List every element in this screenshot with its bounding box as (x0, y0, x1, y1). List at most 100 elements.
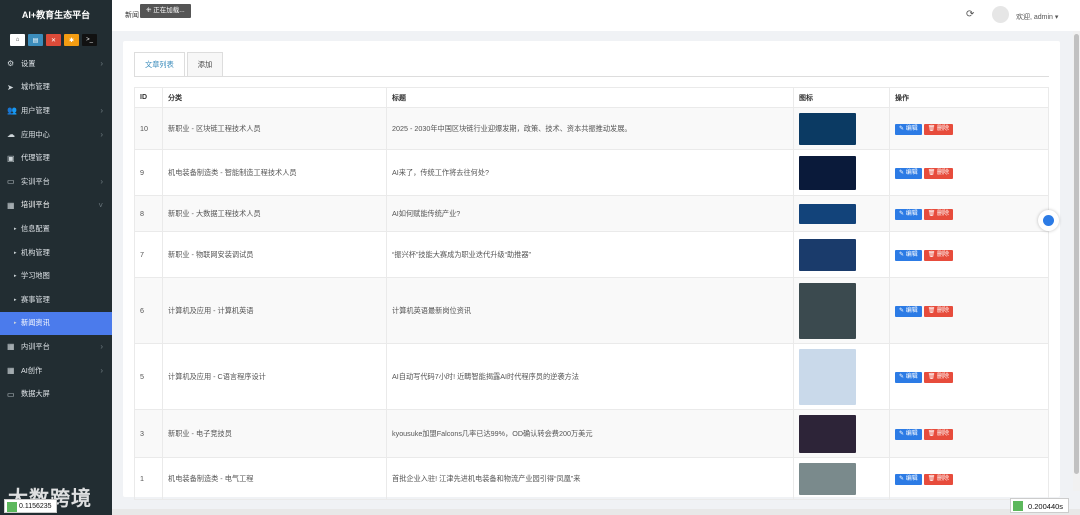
topbar: 新闻 ⟳ 欢迎, admin ▾ (112, 0, 1080, 31)
sidebar-item-label: AI创作 (21, 365, 43, 375)
cell-id: 5 (134, 343, 163, 410)
cell-title: “振兴杯”技能大赛成为职业迭代升级“助推器” (386, 231, 794, 278)
gear-icon: ⚙ (7, 59, 15, 69)
caret-right-icon: ▸ (14, 273, 17, 280)
tab-divider (134, 76, 1049, 77)
cell-id: 6 (134, 277, 163, 344)
cell-title: AI如何赋能传统产业? (386, 195, 794, 232)
sidebar-item-6[interactable]: ▦ 培训平台 ˅ (0, 194, 112, 218)
edit-button[interactable]: ✎ 编辑 (895, 305, 922, 317)
document-icon[interactable]: ▤ (28, 34, 43, 46)
delete-button[interactable]: 🗑 删除 (923, 123, 953, 135)
cell-actions: ✎ 编辑 🗑 删除 (889, 343, 1049, 410)
cell-title: 首批企业入驻! 江津先进机电装备和物流产业园引得“凤凰”来 (386, 457, 794, 500)
cell-thumbnail (793, 457, 890, 500)
breadcrumb[interactable]: 新闻 (125, 10, 139, 20)
edit-button[interactable]: ✎ 编辑 (895, 473, 922, 485)
cell-title: 2025 - 2030年中国区块链行业迎爆发期，政策、技术、资本共振推动发展。 (386, 107, 794, 150)
page-scrollbar[interactable] (1073, 31, 1080, 491)
user-menu[interactable]: 欢迎, admin ▾ (1016, 12, 1058, 22)
delete-button[interactable]: 🗑 删除 (923, 167, 953, 179)
settings-icon[interactable]: ✱ (64, 34, 79, 46)
sidebar-item-11[interactable]: ▸ 新闻资讯 (0, 311, 112, 336)
delete-button[interactable]: 🗑 删除 (923, 428, 953, 440)
cell-category: 机电装备制造类 - 电气工程 (162, 457, 387, 500)
tab-article-list[interactable]: 文章列表 (134, 52, 185, 76)
sidebar-item-4[interactable]: ▣ 代理管理 (0, 146, 112, 170)
cloud-icon: ☁ (7, 130, 15, 140)
delete-button[interactable]: 🗑 删除 (923, 473, 953, 485)
tab-bar: 文章列表 添加 (134, 52, 225, 76)
users-icon: 👥 (7, 106, 17, 116)
terminal-icon[interactable]: >_ (82, 34, 97, 46)
cell-category: 机电装备制造类 - 智能制造工程技术人员 (162, 149, 387, 196)
sidebar-item-10[interactable]: ▸ 赛事管理 (0, 288, 112, 312)
edit-button[interactable]: ✎ 编辑 (895, 123, 922, 135)
trash-icon[interactable]: ✕ (46, 34, 61, 46)
sidebar-item-8[interactable]: ▸ 机构管理 (0, 241, 112, 265)
sidebar-item-5[interactable]: ▭ 实训平台 › (0, 170, 112, 194)
article-thumbnail (799, 112, 856, 145)
chevron-right-icon: › (100, 130, 103, 140)
horizontal-scrollbar[interactable] (112, 509, 1080, 515)
col-id: ID (134, 87, 163, 108)
cell-id: 3 (134, 409, 163, 458)
delete-button[interactable]: 🗑 删除 (923, 208, 953, 220)
table-row: 8 新职业 - 大数据工程技术人员 AI如何赋能传统产业? ✎ 编辑 🗑 删除 (134, 195, 1049, 232)
edit-button[interactable]: ✎ 编辑 (895, 428, 922, 440)
avatar[interactable] (992, 6, 1009, 23)
sidebar-item-14[interactable]: ▭ 数据大屏 (0, 382, 112, 406)
sidebar-item-7[interactable]: ▸ 信息配置 (0, 217, 112, 241)
sidebar-menu: ⚙ 设置 › ➤ 城市管理 👥 用户管理 › ☁ 应用中心 › ▣ 代理管理 ▭ 实训平台 › ▦ 培训平台 ˅ ▸ 信… (0, 52, 112, 406)
tab-add[interactable]: 添加 (186, 52, 224, 76)
sidebar-item-label: 应用中心 (21, 129, 50, 139)
cell-title: AI自动写代码7小时! 近畴智能揭露AI时代程序员的逆袭方法 (386, 343, 794, 410)
cell-actions: ✎ 编辑 🗑 删除 (889, 277, 1049, 344)
table-row: 6 计算机及应用 - 计算机英语 计算机英语最新岗位资讯 ✎ 编辑 🗑 删除 (134, 277, 1049, 344)
grid-icon: ▦ (7, 200, 15, 210)
col-title: 标题 (386, 87, 794, 108)
cell-category: 新职业 - 大数据工程技术人员 (162, 195, 387, 232)
sidebar-item-13[interactable]: ▦ AI创作 › (0, 359, 112, 383)
cell-title: AI来了，传统工作将去往何处? (386, 149, 794, 196)
sidebar: AI+教育生态平台 ⌂ ▤ ✕ ✱ >_ ⚙ 设置 › ➤ 城市管理 👥 用户管理 › ☁ 应用中… (0, 0, 112, 515)
delete-button[interactable]: 🗑 删除 (923, 371, 953, 383)
table-header-row: ID 分类 标题 图标 操作 (134, 87, 1049, 108)
cell-title: kyousuke加盟Falcons几率已达99%，OD确认转会费200万美元 (386, 409, 794, 458)
delete-button[interactable]: 🗑 删除 (923, 305, 953, 317)
loading-indicator: ⁜ 正在加载... (140, 4, 191, 18)
article-thumbnail (799, 282, 856, 339)
monitor-icon: ▭ (7, 177, 15, 187)
sidebar-item-3[interactable]: ☁ 应用中心 › (0, 123, 112, 147)
scrollbar-thumb[interactable] (1074, 34, 1079, 474)
edit-button[interactable]: ✎ 编辑 (895, 167, 922, 179)
delete-button[interactable]: 🗑 删除 (923, 249, 953, 261)
chevron-right-icon: › (100, 342, 103, 352)
chevron-right-icon: › (100, 366, 103, 376)
sidebar-item-2[interactable]: 👥 用户管理 › (0, 99, 112, 123)
sidebar-item-12[interactable]: ▦ 内训平台 › (0, 335, 112, 359)
sidebar-item-label: 信息配置 (21, 223, 50, 233)
table-row: 1 机电装备制造类 - 电气工程 首批企业入驻! 江津先进机电装备和物流产业园引得“… (134, 457, 1049, 500)
edit-button[interactable]: ✎ 编辑 (895, 371, 922, 383)
floating-assistant-button[interactable] (1038, 210, 1059, 231)
article-thumbnail (799, 414, 856, 453)
quick-actions: ⌂ ▤ ✕ ✱ >_ (0, 30, 112, 48)
home-icon[interactable]: ⌂ (10, 34, 25, 46)
cell-actions: ✎ 编辑 🗑 删除 (889, 231, 1049, 278)
sidebar-item-label: 用户管理 (21, 105, 50, 115)
cell-actions: ✎ 编辑 🗑 删除 (889, 457, 1049, 500)
cell-thumbnail (793, 149, 890, 196)
caret-right-icon: ▸ (14, 225, 17, 232)
edit-button[interactable]: ✎ 编辑 (895, 249, 922, 261)
article-thumbnail (799, 155, 856, 190)
table-row: 7 新职业 - 物联网安装调试员 “振兴杯”技能大赛成为职业迭代升级“助推器” ✎ 编… (134, 231, 1049, 278)
sidebar-item-0[interactable]: ⚙ 设置 › (0, 52, 112, 76)
edit-button[interactable]: ✎ 编辑 (895, 208, 922, 220)
caret-right-icon: ▸ (14, 296, 17, 303)
sidebar-item-label: 数据大屏 (21, 389, 50, 399)
caret-right-icon: ▸ (14, 320, 17, 327)
sidebar-item-9[interactable]: ▸ 学习地图 (0, 264, 112, 288)
sidebar-item-1[interactable]: ➤ 城市管理 (0, 76, 112, 100)
refresh-icon[interactable]: ⟳ (966, 9, 974, 20)
